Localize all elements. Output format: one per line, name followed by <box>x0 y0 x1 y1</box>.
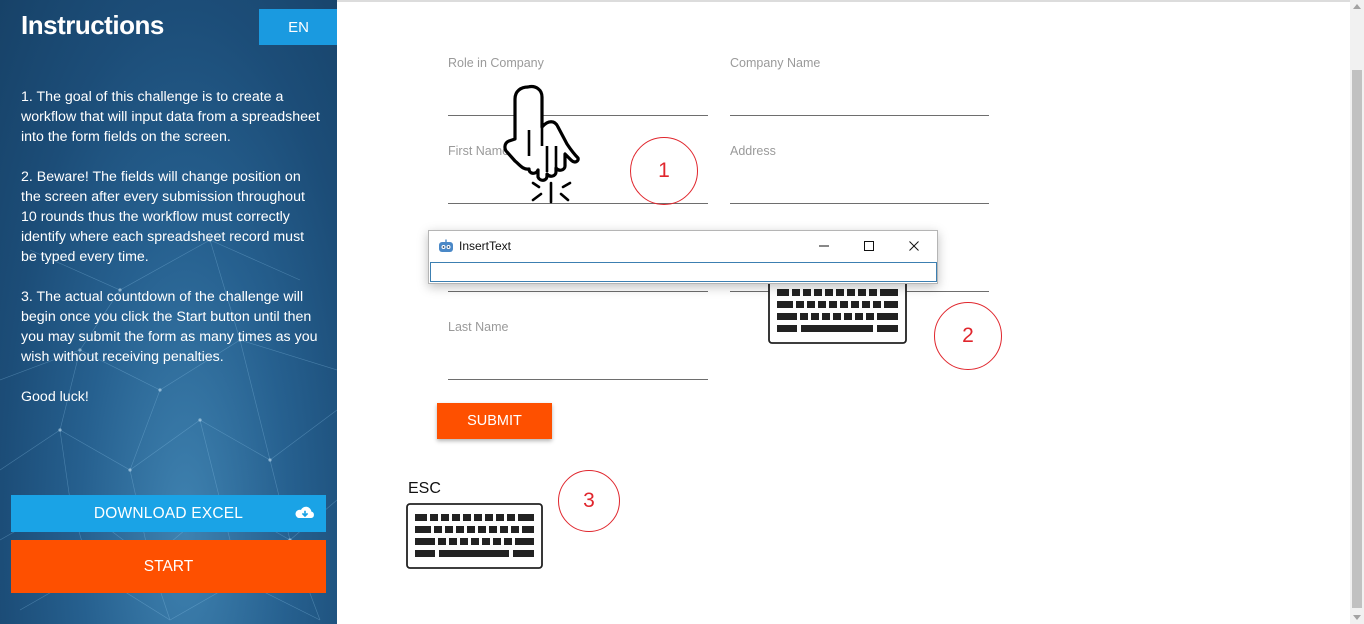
minimize-icon <box>819 245 829 247</box>
page-scrollbar[interactable] <box>1350 0 1364 624</box>
cloud-download-icon <box>295 506 314 519</box>
robot-app-icon <box>439 239 453 252</box>
start-button[interactable]: START <box>11 540 326 593</box>
minimize-button[interactable] <box>813 236 835 256</box>
close-button[interactable] <box>903 236 925 256</box>
scroll-down-arrow-icon[interactable] <box>1353 615 1361 620</box>
field-label: Address <box>730 144 776 158</box>
instruction-good-luck: Good luck! <box>21 389 89 405</box>
sidebar-title: Instructions <box>21 10 164 40</box>
field-label: Company Name <box>730 56 821 70</box>
field-underline <box>730 203 989 204</box>
field-label: Last Name <box>448 320 509 334</box>
step-3-marker: 3 <box>558 470 620 532</box>
maximize-icon <box>864 241 874 251</box>
click-hand-icon <box>503 84 580 204</box>
instructions-text: 1. The goal of this challenge is to crea… <box>21 87 321 427</box>
app-root: Instructions EN 1. The goal of this chal… <box>0 0 1364 624</box>
maximize-button[interactable] <box>858 236 880 256</box>
field-underline <box>448 379 708 380</box>
download-excel-button[interactable]: DOWNLOAD EXCEL <box>11 495 326 532</box>
close-icon <box>909 241 919 251</box>
window-title-bar[interactable]: InsertText <box>429 231 937 261</box>
field-company-name[interactable]: Company Name <box>730 56 989 116</box>
field-underline <box>448 291 708 292</box>
esc-key-label: ESC <box>408 480 441 497</box>
field-underline <box>730 115 989 116</box>
insert-text-window: InsertText <box>428 230 938 284</box>
field-last-name[interactable]: Last Name <box>448 320 708 380</box>
submit-button[interactable]: SUBMIT <box>437 403 552 439</box>
scroll-up-arrow-icon[interactable] <box>1353 4 1361 9</box>
step-1-marker: 1 <box>630 137 698 205</box>
step-2-marker: 2 <box>934 302 1002 370</box>
field-label: Role in Company <box>448 56 544 70</box>
instructions-sidebar: Instructions EN 1. The goal of this chal… <box>0 0 337 624</box>
insert-text-input[interactable] <box>430 262 937 282</box>
window-title: InsertText <box>459 239 512 253</box>
instruction-2: 2. Beware! The fields will change positi… <box>21 169 305 265</box>
download-excel-label: DOWNLOAD EXCEL <box>93 504 244 522</box>
field-address[interactable]: Address <box>730 144 989 204</box>
language-button[interactable]: EN <box>259 9 337 45</box>
keyboard-icon <box>406 503 543 569</box>
keyboard-icon <box>768 278 907 344</box>
instruction-3: 3. The actual countdown of the challenge… <box>21 289 318 365</box>
scrollbar-thumb[interactable] <box>1352 70 1362 608</box>
instruction-1: 1. The goal of this challenge is to crea… <box>21 89 320 145</box>
